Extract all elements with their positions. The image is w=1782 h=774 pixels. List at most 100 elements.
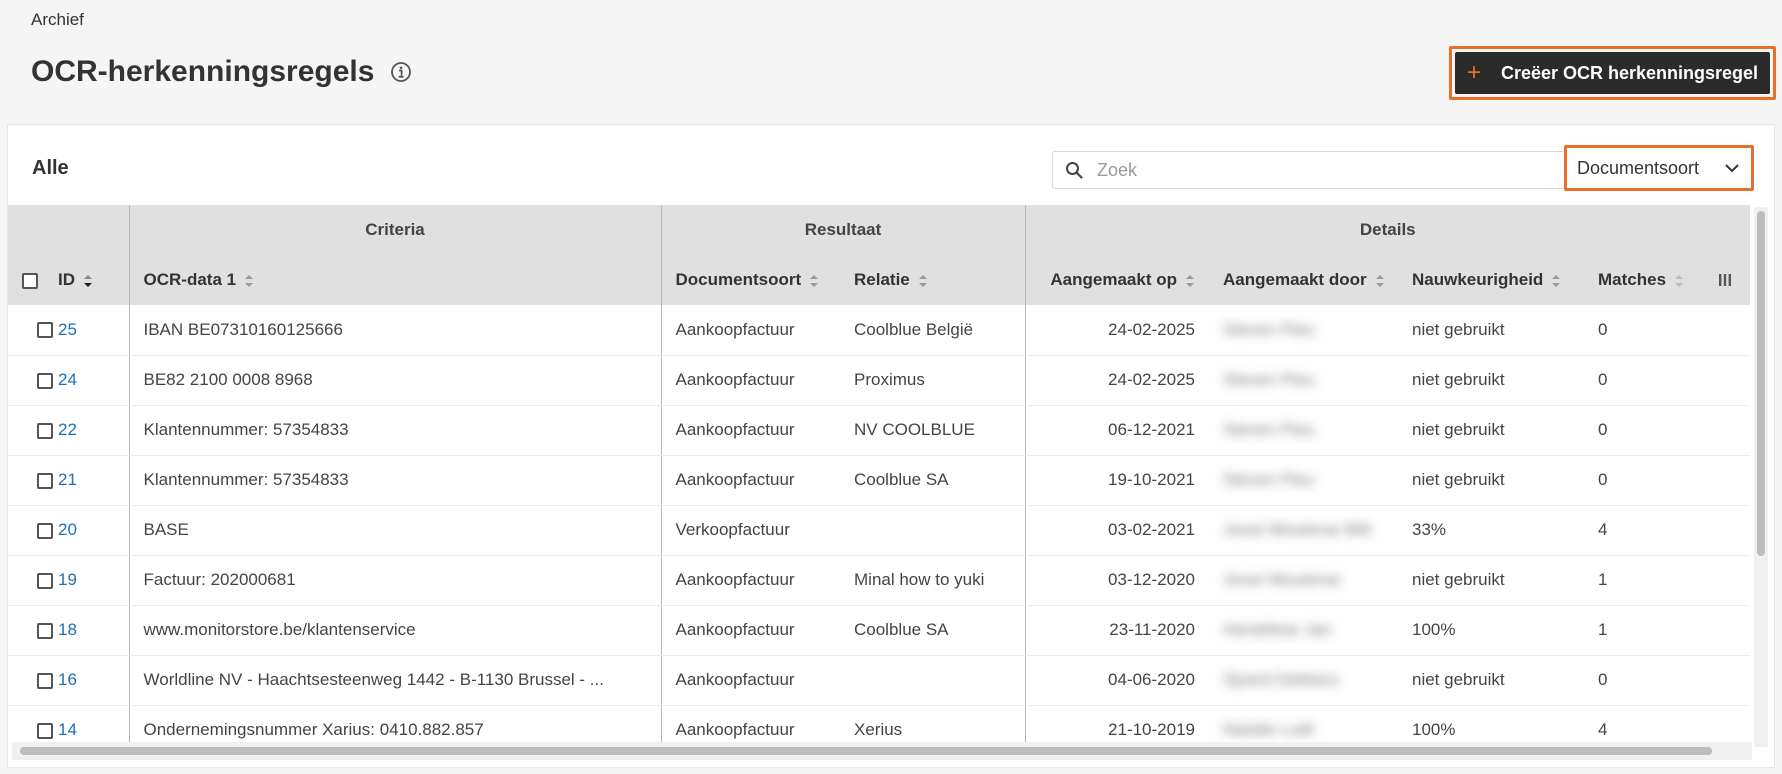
cell-id: 22 — [58, 405, 129, 456]
columns-settings-icon[interactable] — [1718, 273, 1732, 287]
sort-icon — [1186, 274, 1194, 287]
row-id-link[interactable]: 20 — [58, 520, 77, 539]
sort-icon — [1552, 274, 1561, 287]
table-row[interactable]: 21 Klantennummer: 57354833 Aankoopfactuur C… — [8, 455, 1750, 506]
cell-aangemaakt-door: Hendrikse Jan — [1209, 605, 1398, 656]
cell-aangemaakt-door: Steven Pieu — [1209, 305, 1398, 356]
cell-aangemaakt-door: Joost Wouterse — [1209, 555, 1398, 606]
cell-nauwkeurigheid: niet gebruikt — [1398, 405, 1584, 456]
row-checkbox-cell — [8, 355, 58, 406]
blurred-user-name: Joost Wouterse BIK — [1223, 520, 1373, 539]
table-row[interactable]: 18 www.monitorstore.be/klantenservice Aank… — [8, 605, 1750, 656]
column-label-relatie: Relatie — [854, 270, 910, 289]
row-id-link[interactable]: 19 — [58, 570, 77, 589]
row-id-link[interactable]: 24 — [58, 370, 77, 389]
create-button-label: Creëer OCR herkenningsregel — [1500, 62, 1759, 83]
cell-nauwkeurigheid: 100% — [1398, 605, 1584, 656]
cell-aangemaakt-door: Joost Wouterse BIK — [1209, 505, 1398, 556]
row-id-link[interactable]: 14 — [58, 720, 77, 739]
cell-aangemaakt-door: Sjoerd Dekkers — [1209, 655, 1398, 706]
cell-documentsoort: Aankoopfactuur — [660, 355, 840, 406]
cell-matches: 4 — [1584, 505, 1750, 556]
table-row[interactable]: 25 IBAN BE07310160125666 Aankoopfactuur Coo… — [8, 305, 1750, 356]
select-all-checkbox[interactable] — [22, 272, 38, 289]
row-id-link[interactable]: 18 — [58, 620, 77, 639]
row-checkbox[interactable] — [37, 722, 53, 739]
cell-documentsoort: Verkoopfactuur — [660, 505, 840, 556]
cell-id: 21 — [58, 455, 129, 506]
row-checkbox[interactable] — [37, 472, 53, 489]
column-header-ocr[interactable]: OCR-data 1 — [128, 255, 661, 305]
cell-ocr-data: Klantennummer: 57354833 — [128, 405, 661, 456]
cell-relatie: Coolblue SA — [840, 605, 1025, 656]
column-header-aangemaakt-door[interactable]: Aangemaakt door — [1209, 255, 1398, 305]
row-checkbox[interactable] — [37, 522, 53, 539]
cell-relatie: Minal how to yuki — [840, 555, 1025, 606]
group-header-empty — [8, 205, 129, 255]
column-header-aangemaakt-op[interactable]: Aangemaakt op — [1024, 255, 1209, 305]
cell-ocr-data: Klantennummer: 57354833 — [128, 455, 661, 506]
create-ocr-rule-button[interactable]: + Creëer OCR herkenningsregel — [1455, 52, 1770, 94]
row-checkbox-cell — [8, 305, 58, 356]
blurred-user-name: Steven Pieu — [1223, 319, 1315, 339]
row-id-link[interactable]: 16 — [58, 670, 77, 689]
cell-matches: 0 — [1584, 405, 1750, 456]
rules-card: Alle Documentsoort Criteria Resultaat — [7, 124, 1775, 768]
page-title: OCR-herkenningsregels — [31, 55, 375, 88]
cell-documentsoort: Aankoopfactuur — [660, 405, 840, 456]
cell-aangemaakt-op: 24-02-2025 — [1024, 355, 1209, 406]
row-checkbox[interactable] — [37, 422, 53, 439]
blurred-user-name: Natalie Lodt — [1223, 720, 1314, 739]
vertical-scrollbar[interactable] — [1754, 207, 1768, 747]
row-checkbox-cell — [8, 405, 58, 456]
cell-nauwkeurigheid: niet gebruikt — [1398, 455, 1584, 506]
cell-ocr-data: Worldline NV - Haachtsesteenweg 1442 - B… — [128, 655, 661, 706]
sort-icon — [1375, 274, 1384, 287]
row-id-link[interactable]: 25 — [58, 320, 77, 339]
group-header-criteria: Criteria — [128, 205, 661, 255]
info-icon[interactable] — [390, 61, 412, 83]
group-header-details: Details — [1024, 205, 1750, 255]
column-header-id[interactable]: ID — [58, 255, 129, 305]
cell-ocr-data: BASE — [128, 505, 661, 556]
breadcrumb[interactable]: Archief — [31, 10, 84, 30]
table-row[interactable]: 22 Klantennummer: 57354833 Aankoopfactuur N… — [8, 405, 1750, 456]
vertical-scrollbar-thumb[interactable] — [1757, 211, 1765, 556]
row-checkbox-cell — [8, 505, 58, 556]
plus-icon: + — [1466, 59, 1481, 86]
horizontal-scrollbar-thumb[interactable] — [20, 747, 1712, 755]
column-header-documentsoort[interactable]: Documentsoort — [660, 255, 840, 305]
doctype-filter-dropdown[interactable]: Documentsoort — [1564, 145, 1754, 191]
cell-matches: 0 — [1584, 355, 1750, 406]
row-checkbox[interactable] — [37, 322, 53, 339]
table-row[interactable]: 19 Factuur: 202000681 Aankoopfactuur Minal … — [8, 555, 1750, 606]
column-header-relatie[interactable]: Relatie — [840, 255, 1025, 305]
cell-nauwkeurigheid: 33% — [1398, 505, 1584, 556]
search-icon — [1066, 162, 1083, 179]
sort-icon — [1675, 274, 1684, 287]
cell-relatie: Coolblue België — [840, 305, 1025, 356]
horizontal-scrollbar[interactable] — [12, 742, 1752, 760]
column-label-ocr: OCR-data 1 — [143, 270, 237, 289]
table-row[interactable]: 20 BASE Verkoopfactuur 03-02-2021 Joost Wout… — [8, 505, 1750, 556]
blurred-user-name: Joost Wouterse — [1223, 570, 1341, 589]
row-checkbox[interactable] — [37, 672, 53, 689]
row-checkbox[interactable] — [37, 372, 53, 389]
row-checkbox[interactable] — [37, 622, 53, 639]
column-label-documentsoort: Documentsoort — [675, 270, 802, 289]
cell-id: 18 — [58, 605, 129, 656]
row-id-link[interactable]: 21 — [58, 470, 77, 489]
cell-relatie: NV COOLBLUE — [840, 405, 1025, 456]
cell-ocr-data: IBAN BE07310160125666 — [128, 305, 661, 356]
row-checkbox[interactable] — [37, 572, 53, 589]
cell-relatie: Coolblue SA — [840, 455, 1025, 506]
row-id-link[interactable]: 22 — [58, 420, 77, 439]
table-row[interactable]: 24 BE82 2100 0008 8968 Aankoopfactuur Proxi… — [8, 355, 1750, 406]
column-header-nauwkeurigheid[interactable]: Nauwkeurigheid — [1398, 255, 1584, 305]
row-checkbox-cell — [8, 555, 58, 606]
search-input[interactable] — [1097, 159, 1577, 181]
column-header-matches[interactable]: Matches — [1584, 255, 1750, 305]
column-label-nauwkeurigheid: Nauwkeurigheid — [1412, 270, 1544, 289]
table-row[interactable]: 16 Worldline NV - Haachtsesteenweg 1442 -… — [8, 655, 1750, 706]
sort-desc-icon — [84, 274, 92, 287]
